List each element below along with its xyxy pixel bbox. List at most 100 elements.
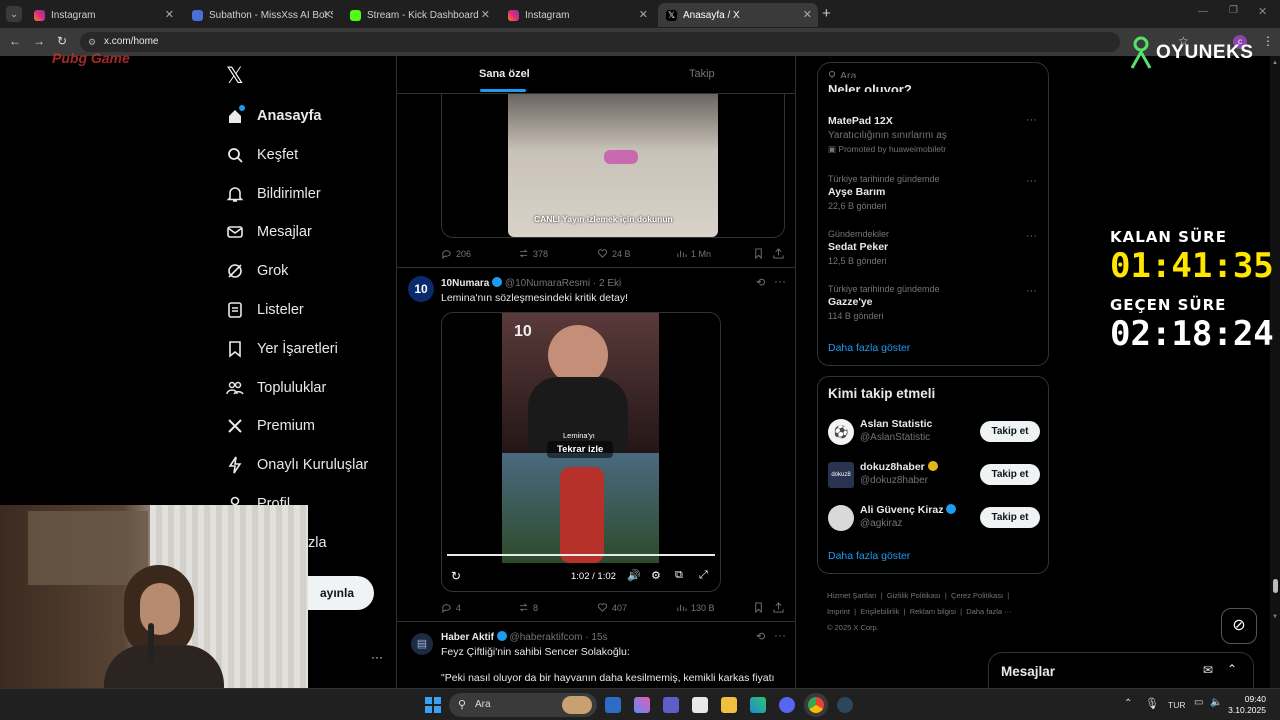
tab-x-home[interactable]: 𝕏 Anasayfa / X ✕	[658, 3, 818, 27]
more-options-icon[interactable]: ···	[1026, 285, 1037, 297]
settings-icon[interactable]: ⚙	[651, 569, 661, 582]
scroll-up-arrow[interactable]: ▲	[1272, 60, 1278, 66]
trend-item[interactable]: MatePad 12X Yaratıcılığının sınırlarını …	[828, 115, 1038, 155]
chrome-icon[interactable]	[808, 697, 824, 713]
sidebar-item-1[interactable]: Keşfet	[226, 142, 298, 168]
messages-drawer[interactable]: Mesajlar ✉ ⌃	[988, 652, 1254, 690]
edge-icon[interactable]	[750, 697, 766, 713]
sidebar-item-7[interactable]: Topluluklar	[226, 375, 326, 401]
footer-link[interactable]: Imprint	[827, 607, 850, 616]
follow-user[interactable]: Aslan Statistic @AslanStatistic	[860, 418, 932, 443]
trend-item[interactable]: Gündemdekiler Sedat Peker 12,5 B gönderi	[828, 229, 1038, 266]
follow-show-more-link[interactable]: Daha fazla göster	[828, 550, 910, 562]
more-options-icon[interactable]: ···	[1026, 230, 1037, 242]
tab-for-you[interactable]: Sana özel	[479, 68, 530, 80]
tab-instagram-1[interactable]: Instagram ✕	[26, 3, 180, 27]
sidebar-item-3[interactable]: Mesajlar	[226, 219, 312, 245]
trend-item[interactable]: Türkiye tarihinde gündemde Ayşe Barım 22…	[828, 174, 1038, 211]
close-icon[interactable]: ✕	[323, 8, 332, 21]
follow-avatar[interactable]: ⚽	[828, 419, 854, 445]
new-message-icon[interactable]: ✉	[1203, 663, 1213, 677]
copilot-icon[interactable]	[634, 697, 650, 713]
language-indicator[interactable]: TUR	[1168, 700, 1185, 710]
trends-show-more-link[interactable]: Daha fazla göster	[828, 342, 910, 354]
like-button[interactable]: 407	[597, 602, 627, 613]
replay-icon[interactable]: ↻	[451, 569, 461, 583]
replay-label[interactable]: Tekrar izle	[547, 441, 614, 458]
sidebar-item-8[interactable]: Premium	[226, 413, 315, 439]
menu-icon[interactable]: ⋮	[1262, 34, 1274, 48]
bookmark-button[interactable]	[753, 602, 768, 613]
expand-up-icon[interactable]: ⌃	[1227, 662, 1237, 676]
pip-icon[interactable]: ⧉	[675, 569, 683, 582]
scroll-thumb[interactable]	[1273, 579, 1278, 593]
x-logo-icon[interactable]: 𝕏	[226, 64, 244, 89]
start-button[interactable]	[425, 697, 441, 713]
sidebar-item-more-partial[interactable]: zla	[308, 535, 327, 551]
post3-author[interactable]: Haber Aktif	[441, 632, 494, 643]
follow-button[interactable]: Takip et	[980, 507, 1040, 528]
footer-link[interactable]: Daha fazla ···	[966, 607, 1011, 616]
file-explorer-icon[interactable]	[721, 697, 737, 713]
trend-item[interactable]: Türkiye tarihinde gündemde Gazze'ye 114 …	[828, 284, 1038, 321]
share-button[interactable]	[773, 602, 788, 613]
footer-link[interactable]: Erişilebilirlik	[860, 607, 899, 616]
window-close-icon[interactable]: ✕	[1258, 5, 1267, 18]
follow-user[interactable]: Ali Güvenç Kiraz @agkiraz	[860, 504, 957, 529]
repost-button[interactable]: 8	[518, 602, 538, 613]
post3-avatar[interactable]: ▤	[411, 633, 433, 655]
tab-instagram-2[interactable]: Instagram ✕	[500, 3, 654, 27]
more-options-icon[interactable]: ···	[1026, 175, 1037, 187]
reply-button[interactable]: 206	[441, 248, 471, 259]
store-icon[interactable]	[692, 697, 708, 713]
volume-icon[interactable]: 🔊	[627, 569, 641, 582]
sidebar-item-6[interactable]: Yer İşaretleri	[226, 336, 338, 362]
reply-button[interactable]: 4	[441, 602, 461, 613]
grok-icon[interactable]: ⟲	[756, 276, 765, 289]
tab-subathon[interactable]: Subathon - MissXss AI Bot Syst ✕	[184, 3, 338, 27]
site-info-icon[interactable]: ⚙	[88, 32, 96, 52]
sidebar-item-0[interactable]: Anasayfa	[226, 103, 321, 129]
views-button[interactable]: 1 Mn	[676, 248, 711, 259]
close-icon[interactable]: ✕	[639, 8, 648, 21]
volume-icon[interactable]: 🔈	[1210, 697, 1222, 708]
post3-handle[interactable]: @haberaktifcom	[510, 632, 583, 643]
sidebar-item-5[interactable]: Listeler	[226, 297, 304, 323]
more-options-icon[interactable]: ···	[1026, 114, 1037, 126]
post2-avatar[interactable]: 10	[408, 276, 434, 302]
network-icon[interactable]: ▭	[1194, 697, 1203, 708]
grok-floating-button[interactable]: ⊘	[1221, 608, 1257, 644]
clock[interactable]: 09:40 3.10.2025	[1226, 694, 1266, 716]
follow-avatar[interactable]	[828, 505, 854, 531]
tray-chevron-icon[interactable]: ⌃	[1124, 698, 1132, 709]
discord-icon[interactable]	[779, 697, 795, 713]
taskbar-search[interactable]: ⚲ Ara	[449, 693, 597, 717]
page-scrollbar[interactable]: ▲ ▼	[1270, 56, 1280, 688]
back-icon[interactable]: ←	[9, 34, 21, 48]
sidebar-item-4[interactable]: Grok	[226, 258, 288, 284]
close-icon[interactable]: ✕	[481, 8, 490, 21]
follow-button[interactable]: Takip et	[980, 464, 1040, 485]
steam-like-icon[interactable]	[837, 697, 853, 713]
like-button[interactable]: 24 B	[597, 248, 631, 259]
footer-link[interactable]: Çerez Politikası	[951, 591, 1003, 600]
follow-button[interactable]: Takip et	[980, 421, 1040, 442]
maximize-icon[interactable]: ❐	[1229, 5, 1238, 16]
views-button[interactable]: 130 B	[676, 602, 715, 613]
tab-list-button[interactable]: ⌄	[6, 6, 22, 22]
post2-video[interactable]: 10 Lemina'yı Tekrar izle ↻ 1:02 / 1:02 🔊…	[441, 312, 721, 592]
new-tab-button[interactable]: +	[822, 5, 831, 22]
url-input[interactable]: ⚙ x.com/home	[80, 32, 1120, 52]
more-options-icon[interactable]: ···	[774, 628, 786, 642]
video-progress-bar[interactable]	[447, 554, 715, 556]
close-icon[interactable]: ✕	[803, 8, 812, 21]
repost-button[interactable]: 378	[518, 248, 548, 259]
more-options-icon[interactable]: ···	[774, 274, 786, 288]
mic-icon[interactable]: 🎙	[1145, 697, 1159, 710]
follow-avatar[interactable]: dokuz8	[828, 462, 854, 488]
fullscreen-icon[interactable]: ⤢	[699, 569, 708, 582]
share-button[interactable]	[773, 248, 788, 259]
sidebar-item-9[interactable]: Onaylı Kuruluşlar	[226, 452, 368, 478]
tab-kick[interactable]: Stream - Kick Dashboard ✕	[342, 3, 496, 27]
bookmark-button[interactable]	[753, 248, 768, 259]
